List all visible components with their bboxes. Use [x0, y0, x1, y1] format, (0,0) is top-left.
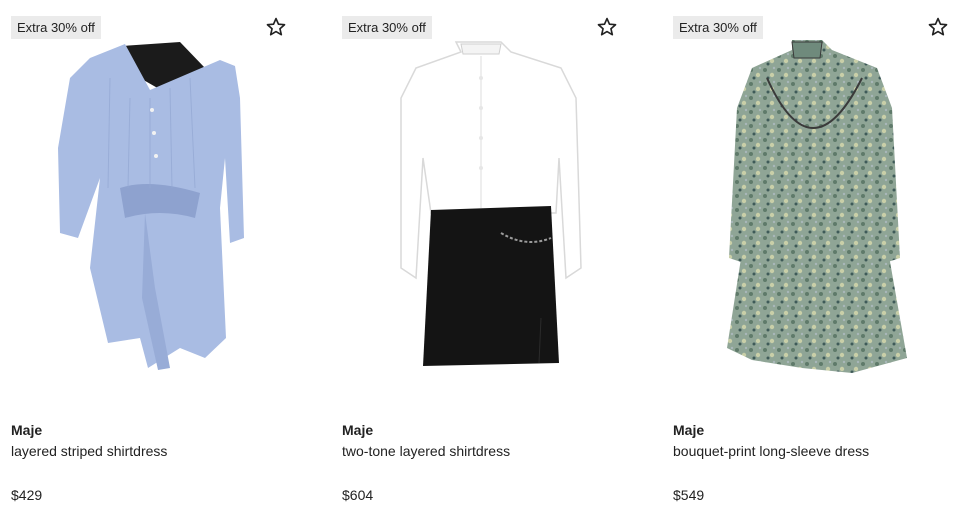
product-card[interactable]: Extra 30% off Maje bouquet-print long-sl… [662, 0, 962, 518]
product-brand[interactable]: Maje [673, 422, 704, 438]
product-title[interactable]: bouquet-print long-sleeve dress [673, 443, 869, 459]
product-image[interactable] [30, 38, 270, 378]
product-brand[interactable]: Maje [342, 422, 373, 438]
product-card[interactable]: Extra 30% off Maje layered striped shirt… [0, 0, 300, 518]
product-price: $429 [11, 487, 43, 503]
product-title[interactable]: two-tone layered shirtdress [342, 443, 510, 459]
product-image[interactable] [692, 38, 932, 378]
discount-badge: Extra 30% off [673, 16, 763, 39]
product-price: $549 [673, 487, 705, 503]
star-outline-icon[interactable] [594, 14, 620, 40]
product-card[interactable]: Extra 30% off Maje two-tone layered shir… [331, 0, 631, 518]
product-brand[interactable]: Maje [11, 422, 42, 438]
discount-badge: Extra 30% off [11, 16, 101, 39]
product-image[interactable] [361, 38, 601, 378]
star-outline-icon[interactable] [263, 14, 289, 40]
product-price: $604 [342, 487, 374, 503]
star-outline-icon[interactable] [925, 14, 951, 40]
discount-badge: Extra 30% off [342, 16, 432, 39]
product-title[interactable]: layered striped shirtdress [11, 443, 167, 459]
